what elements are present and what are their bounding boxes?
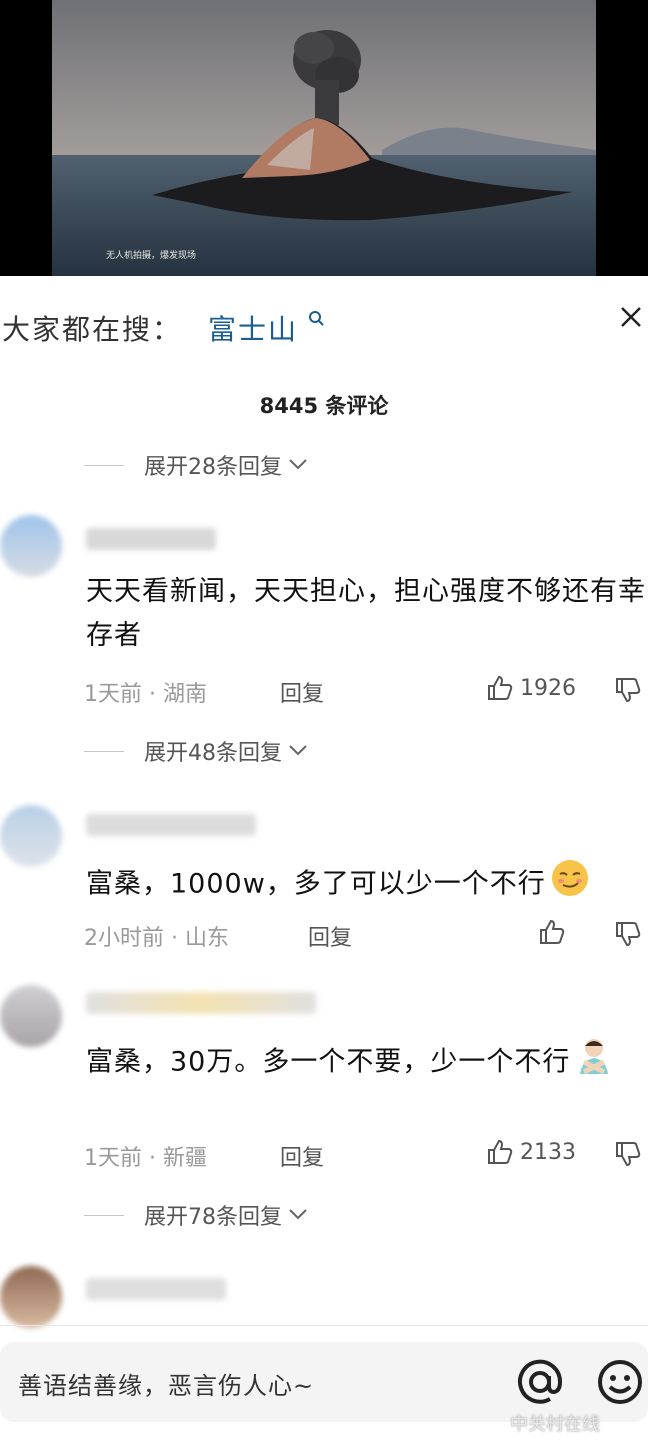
thumbs-up-icon (540, 919, 565, 944)
comment-location: 山东 (185, 926, 230, 951)
thumbs-up-icon (488, 675, 513, 700)
comment-text: 富桑，1000w，多了可以少一个不行 (86, 858, 646, 912)
reply-button[interactable]: 回复 (308, 920, 352, 952)
crossed-arms-emoji-icon (574, 1036, 614, 1090)
like-button[interactable]: 2133 (486, 1138, 576, 1166)
thumbs-down-icon (616, 922, 641, 947)
comment-text-content: 富桑，30万。多一个不要，少一个不行 (86, 1046, 571, 1078)
divider (84, 464, 124, 466)
comment-meta: 1天前 · 湖南 (84, 676, 207, 708)
search-label: 大家都在搜： (2, 313, 183, 346)
comment-location: 湖南 (163, 682, 208, 707)
search-term-link[interactable]: 富士山 (208, 308, 298, 348)
reply-button[interactable]: 回复 (280, 1140, 324, 1172)
comment-time: 1天前 (84, 1146, 142, 1171)
like-button[interactable]: 1926 (486, 674, 576, 702)
chevron-down-icon (288, 456, 308, 475)
avatar[interactable] (0, 985, 62, 1047)
expand-replies-label: 展开28条回复 (144, 455, 282, 480)
expand-replies-button[interactable]: 展开48条回复 (84, 734, 308, 768)
comment-time: 1天前 (84, 682, 142, 707)
meta-separator: · (149, 682, 156, 707)
dislike-button[interactable] (614, 920, 642, 952)
search-suggestion[interactable]: 大家都在搜： 富士山 (0, 300, 648, 350)
comment-meta: 2小时前 · 山东 (84, 920, 229, 952)
meta-separator: · (171, 926, 178, 951)
smirk-emoji-icon (550, 858, 590, 912)
comment-time: 2小时前 (84, 926, 164, 951)
reply-button[interactable]: 回复 (280, 676, 324, 708)
like-count: 2133 (520, 1139, 576, 1165)
expand-replies-label: 展开78条回复 (144, 1205, 282, 1230)
divider (84, 750, 124, 752)
search-icon (308, 310, 324, 330)
username[interactable] (86, 528, 216, 550)
comment-input-placeholder: 善语结善缘，恶言伤人心~ (18, 1372, 315, 1400)
thumbs-down-icon (616, 678, 641, 703)
emoji-icon[interactable] (596, 1358, 644, 1410)
dislike-button[interactable] (614, 676, 642, 708)
comment-text: 富桑，30万。多一个不要，少一个不行 (86, 1036, 646, 1090)
dislike-button[interactable] (614, 1140, 642, 1172)
watermark: 中关村在线 (510, 1414, 600, 1435)
username[interactable] (86, 1278, 226, 1300)
username[interactable] (86, 814, 256, 836)
comment-location: 新疆 (163, 1146, 208, 1171)
comment-text: 天天看新闻，天天担心，担心强度不够还有幸存者 (86, 576, 646, 651)
username[interactable] (86, 992, 316, 1014)
video-caption: 无人机拍摄，爆发现场 (106, 251, 197, 261)
meta-separator: · (149, 1146, 156, 1171)
chevron-down-icon (288, 742, 308, 761)
comment-meta: 1天前 · 新疆 (84, 1140, 207, 1172)
comment-text-content: 富桑，1000w，多了可以少一个不行 (86, 868, 546, 900)
expand-replies-button[interactable]: 展开28条回复 (84, 448, 308, 482)
like-count: 1926 (520, 675, 576, 701)
video-player[interactable]: 无人机拍摄，爆发现场 (0, 0, 648, 276)
thumbs-up-icon (488, 1139, 513, 1164)
like-button[interactable] (538, 918, 566, 946)
expand-replies-label: 展开48条回复 (144, 741, 282, 766)
divider (84, 1214, 124, 1216)
avatar[interactable] (0, 515, 62, 577)
avatar[interactable] (0, 1266, 62, 1328)
divider (0, 1325, 648, 1326)
volcano-image (52, 0, 596, 276)
comment-count: 8445 条评论 (259, 394, 389, 418)
chevron-down-icon (288, 1206, 308, 1225)
thumbs-down-icon (616, 1142, 641, 1167)
close-icon[interactable] (618, 304, 644, 334)
expand-replies-button[interactable]: 展开78条回复 (84, 1198, 308, 1232)
avatar[interactable] (0, 805, 62, 867)
at-mention-icon[interactable] (516, 1358, 564, 1410)
